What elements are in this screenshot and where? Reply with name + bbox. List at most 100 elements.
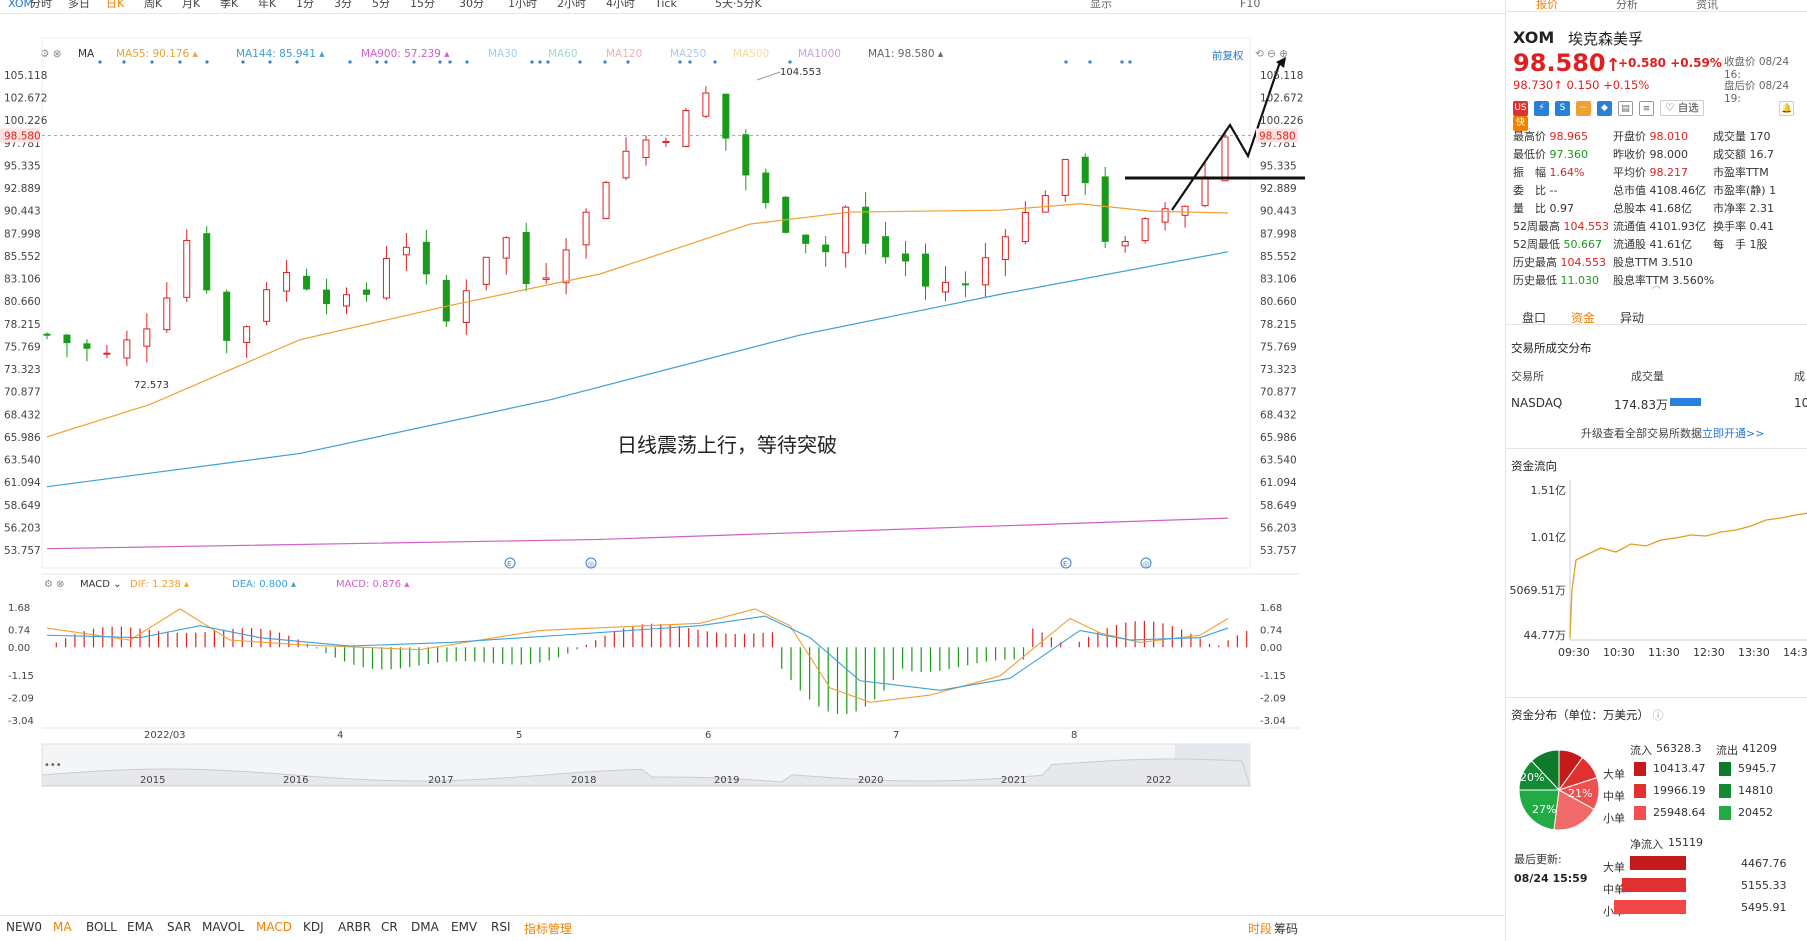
indicator-mavol[interactable]: MAVOL (202, 920, 244, 934)
exchange-volume: 174.83万 (1614, 398, 1668, 412)
candle-body (83, 343, 91, 349)
high-label: 104.553 (780, 67, 821, 78)
upgrade-link[interactable]: 立即开通>> (1702, 427, 1764, 440)
panel-tab-0[interactable]: 报价 (1536, 0, 1558, 12)
outflow-value: 14810 (1738, 784, 1773, 797)
candle-body (263, 289, 271, 322)
candle-body (862, 206, 870, 244)
watchlist-label: 自选 (1677, 102, 1699, 114)
indicator-dma[interactable]: DMA (411, 920, 439, 934)
stat-key: 总股本 (1613, 202, 1650, 215)
indicator-manage[interactable]: 指标管理 (524, 920, 572, 937)
panel-tab-1[interactable]: 分析 (1616, 0, 1638, 12)
indicator-ema[interactable]: EMA (127, 920, 153, 934)
flow-title: 资金流向 (1511, 459, 1557, 473)
help-icon[interactable]: ⓘ (1653, 709, 1664, 722)
indicator-sar[interactable]: SAR (167, 920, 191, 934)
bottom-right-0[interactable]: 时段 (1248, 920, 1272, 937)
dollar-icon[interactable]: S (1555, 100, 1570, 116)
candle-body (642, 139, 650, 158)
fund-flow-line (1569, 512, 1807, 639)
exchange-header: 交易所 成交量 成 (1506, 362, 1807, 384)
candle-body (422, 241, 430, 275)
stock-chart[interactable]: 104.553 72.573 日线震荡上行，等待突破 E ◎ E ◎ 105.118 105.… (0, 0, 1505, 915)
macd-settings-icon: ⚙ ⊗ (44, 579, 65, 590)
low-label: 72.573 (134, 380, 169, 391)
indicator-rsi[interactable]: RSI (491, 920, 511, 934)
right-price-tick: 70.877 (1260, 387, 1297, 399)
indicator-emv[interactable]: EMV (451, 920, 477, 934)
stat-cell: 成交量 170 (1713, 128, 1771, 144)
extra-col: 成 (1794, 370, 1805, 383)
stat-cell: 开盘价 98.010 (1613, 128, 1688, 144)
dividend-dot (788, 60, 792, 64)
stat-cell: 历史最低 11.030 (1513, 272, 1599, 288)
macd-left-tick: -2.09 (8, 693, 34, 704)
indicator-bar: NEW0 MA BOLL EMA SAR MAVOL MACD KDJ ARBR CR DMA EMV… (0, 915, 1505, 937)
stat-key: 总市值 (1613, 184, 1650, 197)
exchange-volume-bar (1670, 398, 1701, 406)
stat-key: 成交额 (1713, 148, 1750, 161)
subtab-2[interactable]: 异动 (1620, 309, 1644, 326)
candle-body (522, 232, 530, 284)
stat-cell: 52周最低 50.667 (1513, 236, 1602, 252)
stat-cell: 股息TTM 3.510 (1613, 254, 1693, 270)
candle-body (1161, 208, 1169, 223)
pie-label-2: 21% (1568, 787, 1592, 800)
tag-icon[interactable]: ◆ (1597, 100, 1612, 116)
indicator-boll[interactable]: BOLL (86, 920, 117, 934)
us-flag-icon[interactable]: US (1513, 100, 1528, 116)
stat-cell: 每 手 1股 (1713, 236, 1768, 252)
candle-body (902, 253, 910, 262)
stat-cell: 昨收价 98.000 (1613, 146, 1688, 162)
stat-cell: 委 比 -- (1513, 182, 1557, 198)
date-tick: 2022/03 (144, 730, 186, 741)
macd-right-tick: 0.74 (1260, 626, 1282, 637)
candle-body (1061, 158, 1069, 196)
left-price-tick: 100.226 (4, 115, 48, 127)
year-tick: 2019 (714, 775, 739, 786)
add-watchlist-button[interactable]: ♡ 自选 (1660, 100, 1704, 116)
panel-tab-2[interactable]: 资讯 (1696, 0, 1718, 12)
stat-key: 平均价 (1613, 166, 1650, 179)
flow-axis-tick: 1.01亿 (1531, 531, 1567, 544)
subtab-0[interactable]: 盘口 (1522, 309, 1546, 326)
indicator-kdj[interactable]: KDJ (303, 920, 324, 934)
indicator-macd[interactable]: MACD (256, 920, 292, 934)
stat-key: 52周最高 (1513, 220, 1564, 233)
lightning-icon[interactable]: ⚡ (1534, 100, 1549, 116)
collapse-icon[interactable]: ︿ (1652, 278, 1661, 291)
right-price-tick: 102.672 (1260, 93, 1303, 105)
fund-distribution-pie: 20% 27% 21% (1518, 749, 1600, 831)
upgrade-row: 升级查看全部交易所数据立即开通>> (1581, 425, 1764, 441)
bottom-right-1[interactable]: 筹码 (1274, 920, 1298, 937)
chart-icon[interactable]: ~ (1576, 100, 1591, 116)
right-price-tick: 85.552 (1260, 251, 1297, 263)
candle-body (223, 291, 231, 341)
outflow-value: 5945.7 (1738, 762, 1777, 775)
indicator-new0[interactable]: NEW0 (6, 920, 42, 934)
change-value: +0.580 (1618, 56, 1667, 70)
candle-body (1001, 236, 1009, 261)
candle-body (1081, 156, 1089, 184)
indicator-arbr[interactable]: ARBR (338, 920, 371, 934)
candle-body (283, 271, 291, 292)
doc-icon[interactable]: ≡ (1639, 100, 1654, 116)
dividend-dot (1128, 60, 1132, 64)
square-icon[interactable]: ▤ (1618, 100, 1633, 116)
stat-value: 1.64% (1549, 166, 1585, 179)
sub-tabs: 盘口 资金 异动 (1506, 303, 1807, 325)
candle-body (123, 339, 131, 359)
stat-key: 换手率 (1713, 220, 1750, 233)
dividend-dot (603, 60, 607, 64)
net-inflow-bar (1630, 856, 1686, 870)
indicator-ma[interactable]: MA (53, 920, 72, 934)
indicator-cr[interactable]: CR (381, 920, 398, 934)
stat-cell: 平均价 98.217 (1613, 164, 1688, 180)
year-tick: 2016 (283, 775, 308, 786)
dividend-dot (578, 60, 582, 64)
right-price-tick: 78.215 (1260, 319, 1297, 331)
dist-row-label: 大单 (1603, 768, 1625, 781)
subtab-1[interactable]: 资金 (1571, 309, 1595, 326)
bell-icon[interactable]: 🔔 (1779, 100, 1795, 116)
